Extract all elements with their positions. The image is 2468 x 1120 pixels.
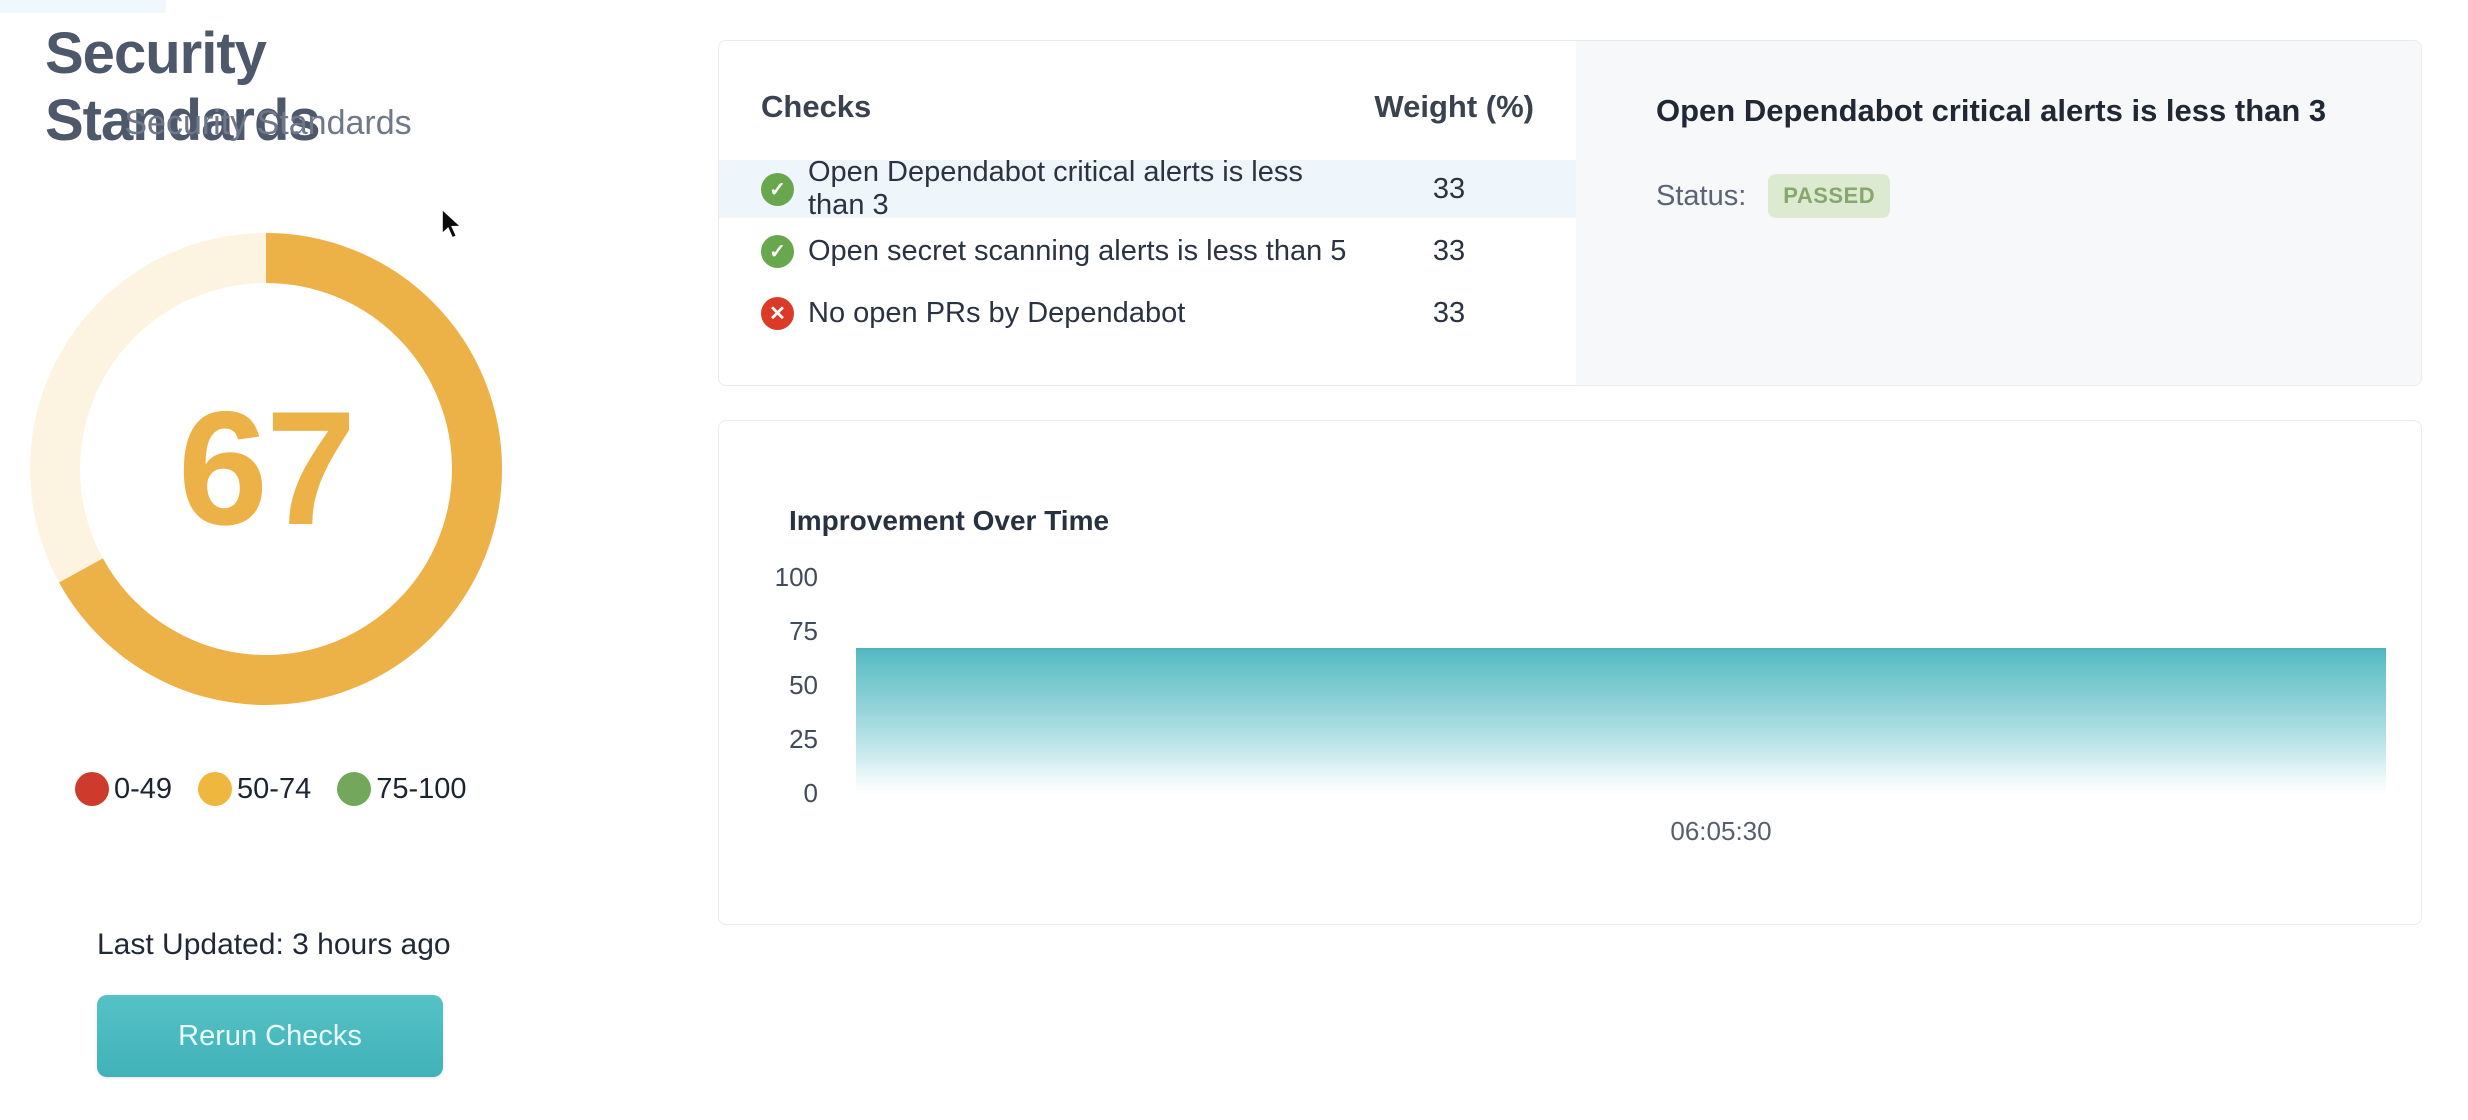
check-passed-icon: ✓ [761, 235, 794, 268]
weight-column-header: Weight (%) [1374, 89, 1534, 125]
chart-y-tick-label: 100 [719, 562, 818, 592]
page-subtitle: Security Standards [45, 104, 491, 143]
improvement-chart-card: Improvement Over Time 100 75 50 25 0 06:05:3… [718, 420, 2422, 925]
gauge-score-value: 67 [30, 233, 502, 705]
detail-title: Open Dependabot critical alerts is less … [1656, 93, 2381, 129]
check-weight-value: 33 [1364, 235, 1534, 268]
check-label: Open secret scanning alerts is less than… [808, 235, 1364, 268]
legend-label: 0-49 [114, 773, 172, 806]
checks-column-header: Checks [761, 89, 871, 125]
legend-color-dot [198, 772, 232, 806]
checks-header-row: Checks Weight (%) [761, 89, 1534, 125]
last-updated-text: Last Updated: 3 hours ago [97, 928, 451, 962]
legend-color-dot [75, 772, 109, 806]
check-weight-value: 33 [1364, 173, 1534, 206]
check-detail-panel: Open Dependabot critical alerts is less … [1576, 41, 2421, 385]
checks-list: ✓ Open Dependabot critical alerts is les… [719, 160, 1576, 342]
gauge-legend: 0-49 50-74 75-100 [75, 772, 467, 806]
legend-item: 75-100 [337, 772, 466, 806]
check-failed-icon: ✕ [761, 297, 794, 330]
chart-area-series [856, 648, 2386, 795]
rerun-checks-button[interactable]: Rerun Checks [97, 995, 443, 1077]
chart-y-tick-label: 50 [719, 670, 818, 700]
status-badge: PASSED [1768, 174, 1890, 218]
legend-label: 50-74 [237, 773, 311, 806]
chart-x-tick-label: 06:05:30 [1670, 816, 1771, 847]
check-weight-value: 33 [1364, 297, 1534, 330]
chart-y-tick-label: 75 [719, 616, 818, 646]
check-row[interactable]: ✓ Open secret scanning alerts is less th… [719, 222, 1576, 280]
check-label: Open Dependabot critical alerts is less … [808, 156, 1364, 222]
legend-item: 50-74 [198, 772, 311, 806]
legend-label: 75-100 [376, 773, 466, 806]
chart-title: Improvement Over Time [789, 505, 1109, 537]
detail-status-row: Status: PASSED [1656, 174, 2381, 218]
top-strip [0, 0, 166, 13]
score-gauge: 67 [30, 233, 502, 705]
security-standards-dashboard: Security Standards Security Standards 67… [0, 0, 2468, 1120]
check-row[interactable]: ✓ Open Dependabot critical alerts is les… [719, 160, 1576, 218]
legend-item: 0-49 [75, 772, 172, 806]
chart-y-tick-label: 0 [719, 778, 818, 808]
check-label: No open PRs by Dependabot [808, 297, 1364, 330]
mouse-cursor-icon [440, 208, 466, 240]
chart-y-tick-label: 25 [719, 724, 818, 754]
check-passed-icon: ✓ [761, 173, 794, 206]
check-row[interactable]: ✕ No open PRs by Dependabot 33 [719, 284, 1576, 342]
checks-list-pane: Checks Weight (%) ✓ Open Dependabot crit… [719, 41, 1576, 385]
status-label: Status: [1656, 180, 1746, 213]
legend-color-dot [337, 772, 371, 806]
checks-card: Checks Weight (%) ✓ Open Dependabot crit… [718, 40, 2422, 386]
